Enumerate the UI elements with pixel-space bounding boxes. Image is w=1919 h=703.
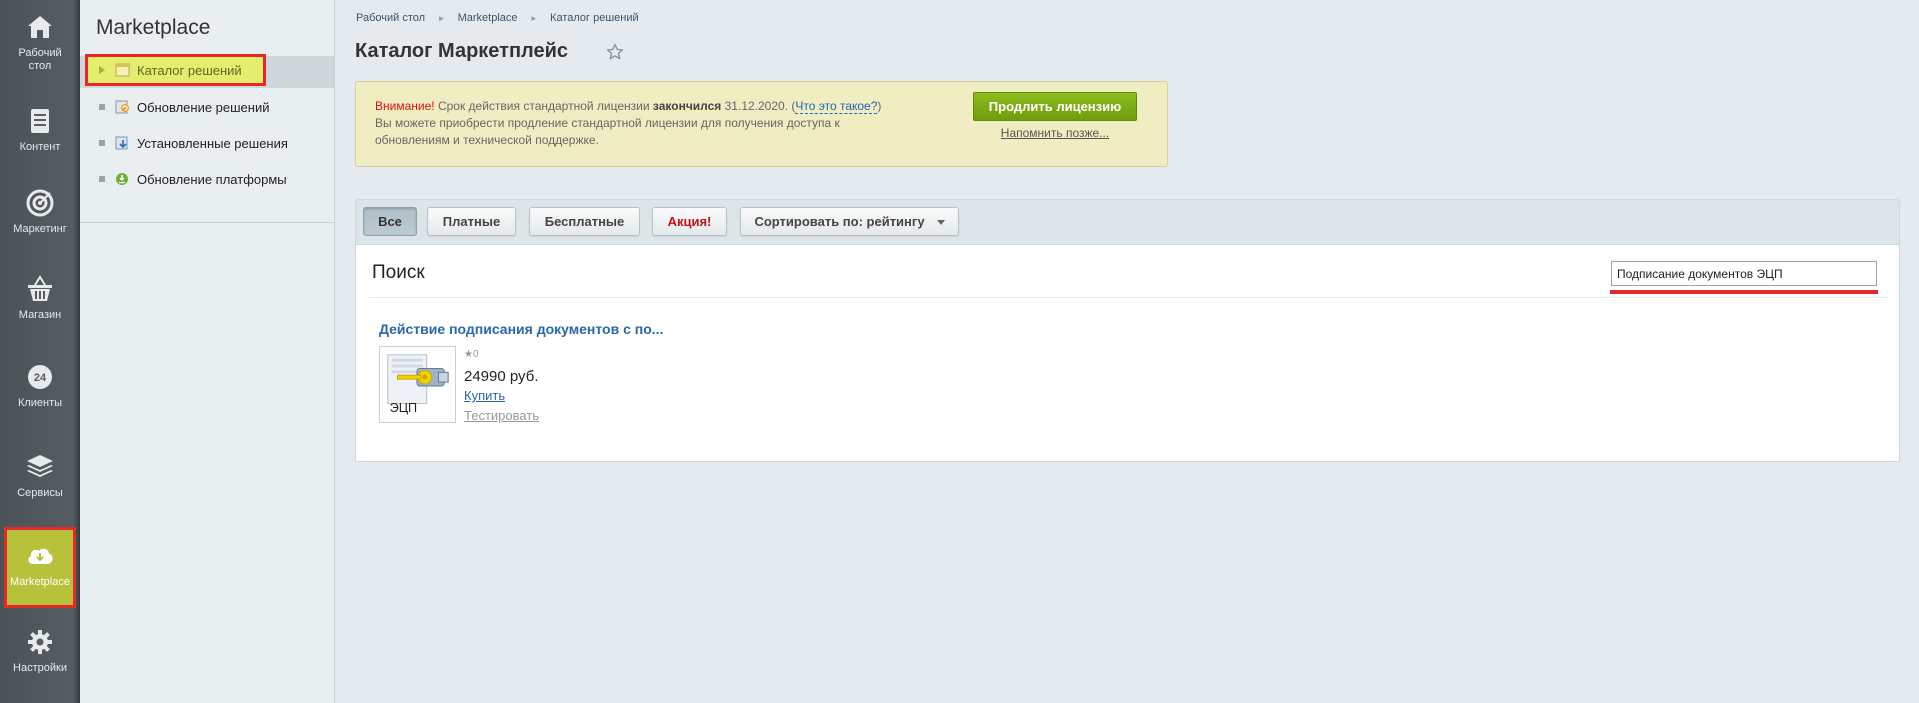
expand-arrow-icon: [99, 66, 105, 74]
filter-all-button[interactable]: Все: [363, 207, 417, 236]
menu-item-clients[interactable]: 24 Клиенты: [0, 362, 80, 410]
menu-item-content[interactable]: Контент: [0, 106, 80, 154]
filter-bar: Все Платные Бесплатные Акция! Сортироват…: [355, 199, 1900, 244]
menu-item-label: Клиенты: [17, 397, 63, 409]
alert-bold-word: закончился: [652, 99, 722, 113]
sidebar-title: Marketplace: [96, 16, 211, 39]
menu-item-label: Магазин: [18, 309, 62, 321]
sort-dropdown[interactable]: Сортировать по: рейтингу: [740, 207, 959, 236]
extend-license-button[interactable]: Продлить лицензию: [973, 92, 1137, 121]
main-content: Рабочий стол ▸ Marketplace ▸ Каталог реш…: [336, 0, 1919, 703]
bullet-icon: [99, 104, 105, 110]
star-icon[interactable]: [606, 43, 624, 61]
gear-icon: [25, 627, 55, 657]
sidebar-item-solution-updates[interactable]: Обновление решений: [80, 94, 334, 120]
svg-text:24: 24: [34, 372, 47, 384]
alert-text-part: Срок действия стандартной лицензии: [434, 99, 653, 113]
catalog-icon: [115, 63, 130, 77]
home-icon: [25, 12, 55, 42]
breadcrumb-item-marketplace[interactable]: Marketplace: [458, 12, 518, 24]
breadcrumb: Рабочий стол ▸ Marketplace ▸ Каталог реш…: [356, 12, 639, 24]
search-input[interactable]: [1611, 261, 1877, 286]
sidebar-item-label: Обновление платформы: [137, 171, 287, 187]
sidebar-item-label: Каталог решений: [137, 62, 242, 78]
chevron-right-icon: ▸: [439, 12, 444, 23]
document-icon: [25, 106, 55, 136]
page-title: Каталог Маркетплейс: [355, 40, 569, 62]
bullet-icon: [99, 176, 105, 182]
menu-item-label: Настройки: [13, 662, 67, 674]
menu-item-shop[interactable]: Магазин: [0, 274, 80, 322]
breadcrumb-item-desktop[interactable]: Рабочий стол: [356, 12, 425, 24]
clients-24-icon: 24: [25, 362, 55, 392]
platform-update-icon: [115, 172, 130, 186]
result-thumbnail[interactable]: ЭЦП: [379, 346, 456, 423]
catalog-results: Поиск Действие подписания документов с п…: [355, 244, 1900, 462]
menu-item-marketing[interactable]: Маркетинг: [0, 188, 80, 236]
menu-item-label: Контент: [19, 141, 61, 153]
sidebar-divider: [80, 222, 334, 223]
layers-icon: [25, 452, 55, 482]
test-link[interactable]: Тестировать: [464, 408, 539, 423]
menu-item-marketplace[interactable]: Marketplace: [4, 527, 76, 608]
alert-text: Внимание! Срок действия стандартной лице…: [375, 98, 915, 149]
target-icon: [25, 188, 55, 218]
result-title-link[interactable]: Действие подписания документов с по...: [379, 321, 663, 337]
update-icon: [115, 100, 130, 114]
basket-icon: [25, 274, 55, 304]
what-is-this-link[interactable]: Что это такое?: [795, 99, 878, 114]
license-alert: Внимание! Срок действия стандартной лице…: [355, 81, 1168, 167]
menu-item-settings[interactable]: Настройки: [0, 627, 80, 675]
alert-warning-word: Внимание!: [375, 99, 435, 113]
menu-item-desktop[interactable]: Рабочий стол: [0, 12, 80, 73]
menu-item-services[interactable]: Сервисы: [0, 452, 80, 500]
alert-date: 31.12.2020. (: [721, 99, 796, 113]
content-divider: [369, 297, 1888, 298]
search-highlight-underline: [1610, 290, 1878, 294]
menu-item-label: Рабочий стол: [18, 47, 62, 72]
menu-item-label: Marketplace: [10, 576, 70, 588]
thumbnail-label: ЭЦП: [390, 401, 418, 415]
filter-sale-button[interactable]: Акция!: [652, 207, 727, 236]
filter-free-button[interactable]: Бесплатные: [529, 207, 640, 236]
buy-link[interactable]: Купить: [464, 388, 505, 403]
remind-later-link[interactable]: Напомнить позже...: [973, 126, 1137, 140]
sidebar-item-label: Установленные решения: [137, 135, 288, 151]
breadcrumb-item-catalog[interactable]: Каталог решений: [550, 12, 639, 24]
alert-close-paren: ): [877, 99, 882, 113]
search-title: Поиск: [372, 262, 425, 283]
marketplace-sidebar: Marketplace Каталог решений Обновление р…: [80, 0, 335, 703]
menu-item-label: Сервисы: [17, 487, 63, 499]
sidebar-item-catalog[interactable]: Каталог решений: [85, 54, 266, 86]
cloud-download-icon: [25, 541, 55, 571]
result-price: 24990 руб.: [464, 368, 539, 385]
chevron-right-icon: ▸: [531, 12, 537, 23]
menu-item-label: Маркетинг: [13, 223, 67, 235]
sidebar-item-platform-update[interactable]: Обновление платформы: [80, 166, 334, 192]
bullet-icon: [99, 140, 105, 146]
alert-line-2: Вы можете приобрести продление стандартн…: [375, 116, 840, 147]
sort-dropdown-label: Сортировать по: рейтингу: [754, 214, 925, 229]
sidebar-item-installed[interactable]: Установленные решения: [80, 130, 334, 156]
result-rating: ★0: [464, 349, 479, 360]
installed-icon: [115, 136, 130, 150]
filter-paid-button[interactable]: Платные: [427, 207, 516, 236]
sidebar-item-label: Обновление решений: [137, 99, 270, 115]
chevron-down-icon: [936, 220, 945, 226]
left-main-menu: Рабочий стол Контент Маркетинг Магазин 2…: [0, 0, 80, 703]
